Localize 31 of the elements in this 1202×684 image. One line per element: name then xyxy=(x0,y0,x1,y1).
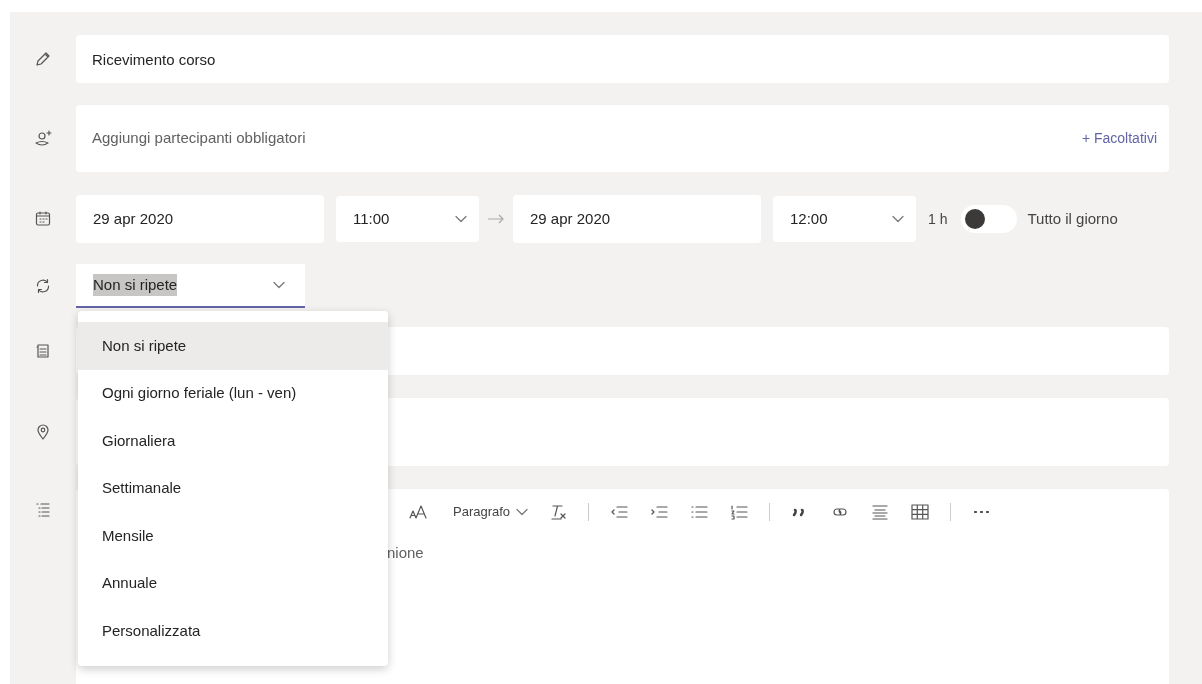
repeat-option[interactable]: Non si ripete xyxy=(78,322,388,370)
duration-text: 1 h xyxy=(928,209,948,229)
title-input[interactable]: Ricevimento corso xyxy=(76,35,1169,83)
chevron-down-icon xyxy=(892,215,904,223)
list-icon xyxy=(34,501,52,519)
start-time-dropdown[interactable]: 11:00 xyxy=(336,196,479,242)
optional-attendees-link[interactable]: + Facoltativi xyxy=(1081,128,1157,149)
add-person-icon xyxy=(34,129,52,148)
pencil-icon xyxy=(34,50,52,68)
notes-icon xyxy=(34,342,52,360)
repeat-option[interactable]: Giornaliera xyxy=(78,417,388,465)
paragraph-dropdown[interactable]: Paragrafo xyxy=(453,502,529,522)
end-time-dropdown[interactable]: 12:00 xyxy=(773,196,916,242)
start-date-field[interactable]: 29 apr 2020 xyxy=(76,195,324,243)
editor-placeholder: nione xyxy=(387,544,424,561)
chevron-down-icon xyxy=(273,281,285,289)
repeat-option[interactable]: Ogni giorno feriale (lun - ven) xyxy=(78,369,388,417)
all-day-toggle[interactable] xyxy=(961,205,1018,233)
repeat-option[interactable]: Mensile xyxy=(78,512,388,560)
repeat-option[interactable]: Personalizzata xyxy=(78,607,388,655)
chevron-down-icon xyxy=(455,215,467,223)
arrow-right-icon xyxy=(487,214,505,224)
participants-field[interactable]: Aggiungi partecipanti obbligatori + Facoltativi xyxy=(76,105,1169,172)
location-pin-icon xyxy=(34,423,52,441)
repeat-option[interactable]: Annuale xyxy=(78,559,388,607)
repeat-dropdown[interactable]: Non si ripete xyxy=(76,264,305,308)
end-date-field[interactable]: 29 apr 2020 xyxy=(513,195,761,243)
chevron-down-icon xyxy=(516,508,529,516)
repeat-icon xyxy=(34,277,52,295)
all-day-label: Tutto il giorno xyxy=(1027,208,1118,229)
calendar-icon xyxy=(34,210,52,228)
